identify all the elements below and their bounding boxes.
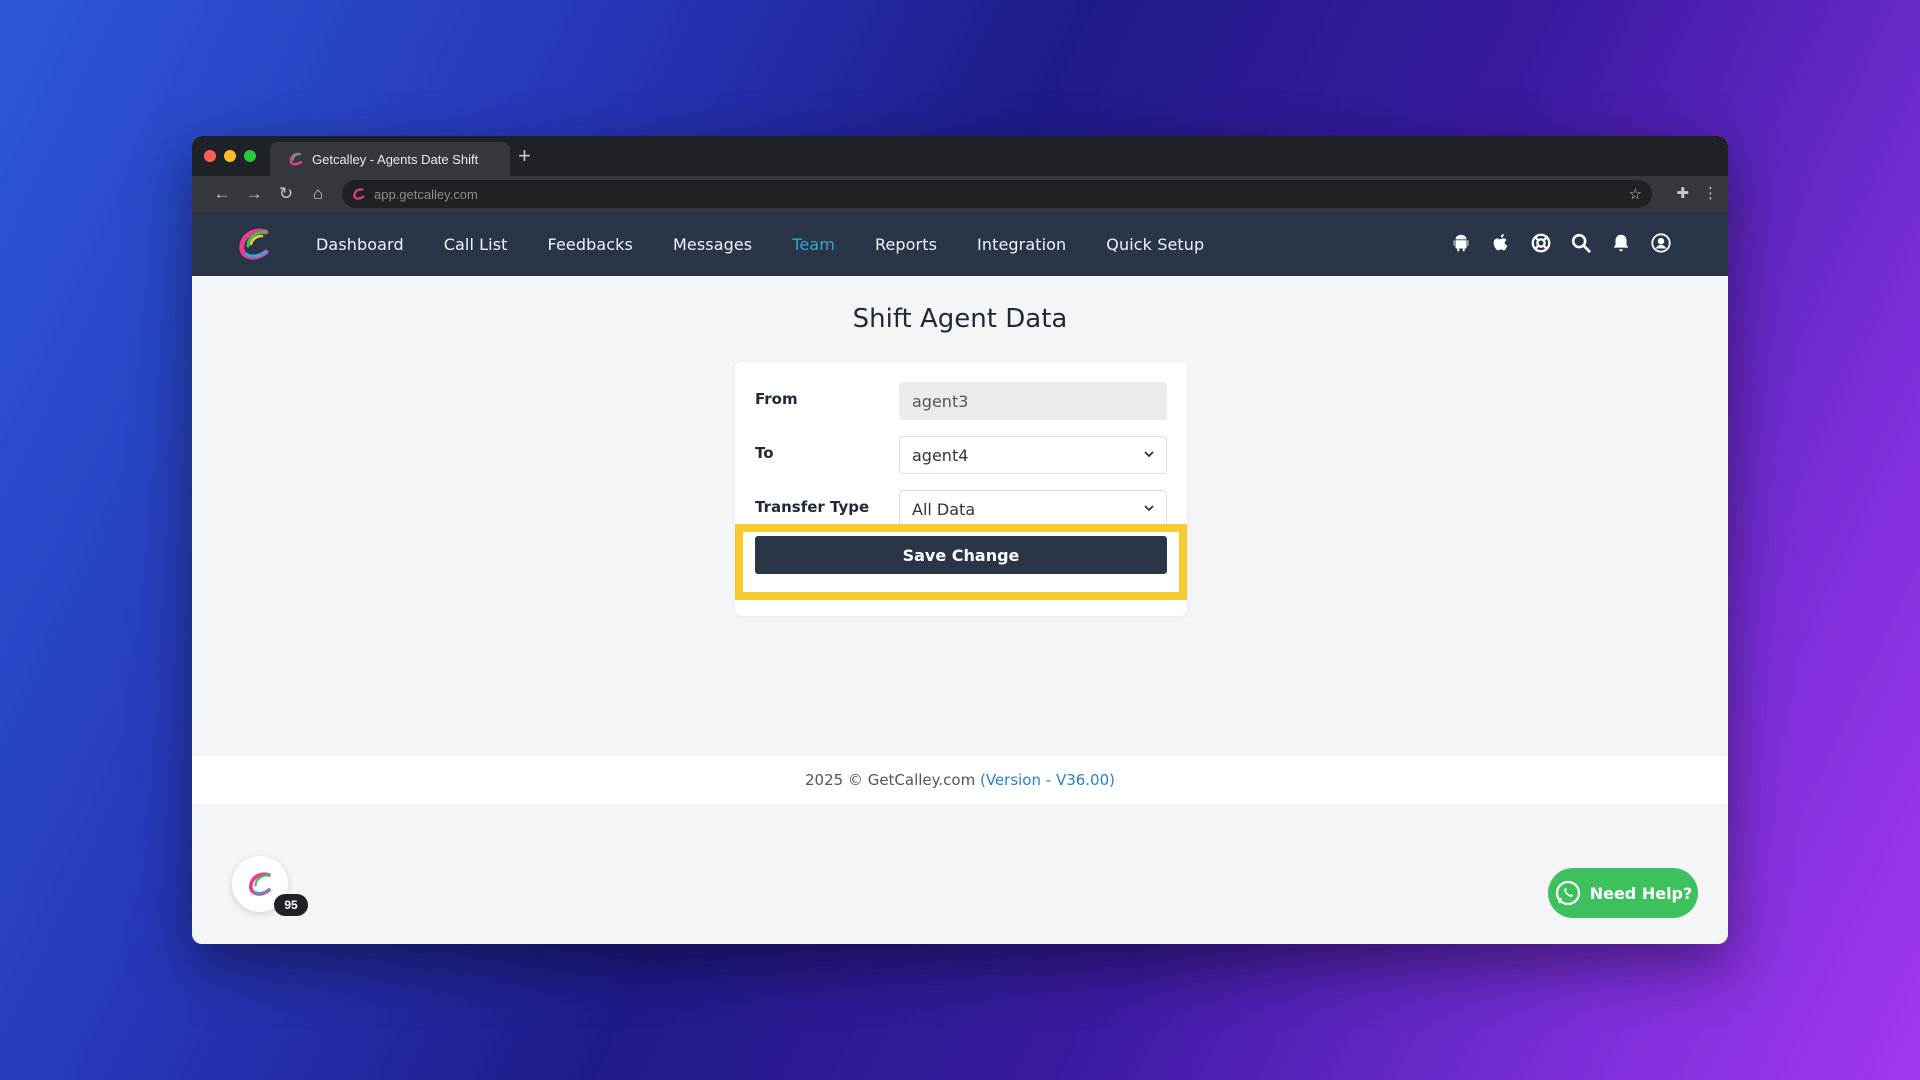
to-select[interactable]: agent4 bbox=[899, 436, 1167, 474]
back-icon[interactable]: ← bbox=[206, 184, 238, 204]
bell-icon[interactable] bbox=[1610, 232, 1632, 254]
reload-icon[interactable]: ↻ bbox=[270, 184, 302, 204]
from-field: agent3 bbox=[899, 382, 1167, 420]
calley-widget-icon bbox=[249, 872, 271, 896]
browser-window: Getcalley - Agents Date Shift + ← → ↻ ⌂ … bbox=[192, 136, 1728, 944]
close-window-button[interactable] bbox=[204, 150, 216, 162]
browser-tabbar: Getcalley - Agents Date Shift + bbox=[192, 136, 1728, 176]
maximize-window-button[interactable] bbox=[244, 150, 256, 162]
to-label: To bbox=[755, 444, 774, 462]
search-icon[interactable] bbox=[1570, 232, 1592, 254]
to-row: To agent4 bbox=[755, 436, 1167, 474]
bookmark-star-icon[interactable]: ☆ bbox=[1629, 185, 1642, 203]
nav-reports[interactable]: Reports bbox=[855, 235, 957, 254]
nav-integration[interactable]: Integration bbox=[957, 235, 1086, 254]
footer-version-link[interactable]: (Version - V36.00) bbox=[980, 771, 1115, 789]
transfer-type-row: Transfer Type All Data bbox=[755, 490, 1167, 528]
transfer-type-select[interactable]: All Data bbox=[899, 490, 1167, 528]
minimize-window-button[interactable] bbox=[224, 150, 236, 162]
save-change-button[interactable]: Save Change bbox=[755, 536, 1167, 574]
save-highlight-box: Save Change bbox=[735, 524, 1187, 600]
nav-team[interactable]: Team bbox=[772, 235, 855, 254]
support-icon[interactable] bbox=[1530, 232, 1552, 254]
main-menu: Dashboard Call List Feedbacks Messages T… bbox=[296, 235, 1224, 254]
chevron-down-icon bbox=[1144, 505, 1154, 512]
page-title: Shift Agent Data bbox=[852, 304, 1068, 334]
android-icon[interactable] bbox=[1450, 232, 1472, 254]
from-row: From agent3 bbox=[755, 382, 1167, 420]
to-select-value: agent4 bbox=[912, 445, 969, 465]
browser-tab[interactable]: Getcalley - Agents Date Shift bbox=[270, 142, 510, 176]
chevron-down-icon bbox=[1144, 451, 1154, 458]
nav-dashboard[interactable]: Dashboard bbox=[296, 235, 424, 254]
notification-count-badge: 95 bbox=[274, 894, 308, 916]
apple-icon[interactable] bbox=[1490, 232, 1512, 254]
window-controls bbox=[204, 150, 256, 162]
app-navbar: Dashboard Call List Feedbacks Messages T… bbox=[192, 212, 1728, 276]
url-text: app.getcalley.com bbox=[374, 186, 478, 202]
whatsapp-icon bbox=[1555, 880, 1580, 906]
calley-logo[interactable] bbox=[234, 224, 274, 264]
new-tab-button[interactable]: + bbox=[518, 142, 531, 170]
home-icon[interactable]: ⌂ bbox=[302, 184, 334, 204]
nav-messages[interactable]: Messages bbox=[653, 235, 772, 254]
need-help-button[interactable]: Need Help? bbox=[1548, 868, 1698, 918]
nav-call-list[interactable]: Call List bbox=[424, 235, 528, 254]
user-icon[interactable] bbox=[1650, 232, 1672, 254]
favicon-icon bbox=[289, 152, 303, 166]
navbar-icons bbox=[1450, 232, 1672, 254]
nav-feedbacks[interactable]: Feedbacks bbox=[528, 235, 653, 254]
footer-copyright: 2025 © GetCalley.com bbox=[804, 771, 976, 789]
extensions-icon[interactable]: ✚ bbox=[1676, 184, 1689, 202]
browser-toolbar: ← → ↻ ⌂ app.getcalley.com ☆ ✚ ⋮ bbox=[192, 176, 1728, 212]
from-label: From bbox=[755, 390, 798, 408]
transfer-type-label: Transfer Type bbox=[755, 498, 870, 516]
site-favicon-icon bbox=[353, 188, 365, 200]
address-bar[interactable]: app.getcalley.com ☆ bbox=[342, 180, 1652, 208]
browser-menu-icon[interactable]: ⋮ bbox=[1703, 184, 1718, 202]
page-footer: 2025 © GetCalley.com (Version - V36.00) bbox=[192, 756, 1728, 804]
forward-icon[interactable]: → bbox=[238, 184, 270, 204]
need-help-label: Need Help? bbox=[1589, 883, 1693, 903]
transfer-type-value: All Data bbox=[912, 499, 976, 519]
tab-title: Getcalley - Agents Date Shift bbox=[312, 151, 479, 167]
nav-quick-setup[interactable]: Quick Setup bbox=[1086, 235, 1224, 254]
